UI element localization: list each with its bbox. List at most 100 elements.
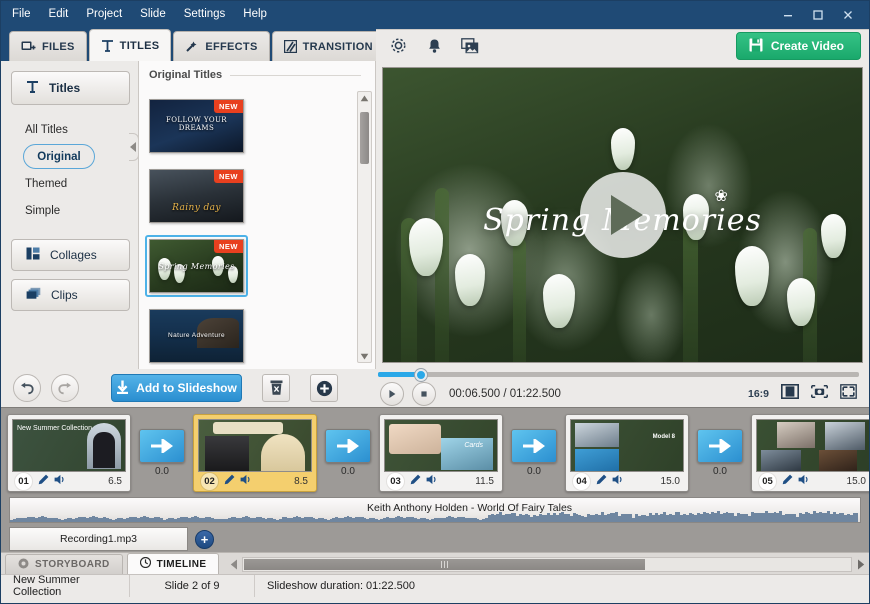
tab-files[interactable]: FILES bbox=[9, 31, 87, 61]
transition-arrow-icon bbox=[697, 428, 743, 463]
gallery-scrollbar[interactable] bbox=[357, 91, 372, 363]
sidebar-item-simple[interactable]: Simple bbox=[11, 198, 130, 223]
fullscreen-icon[interactable] bbox=[840, 384, 857, 404]
menu-item-project[interactable]: Project bbox=[84, 1, 124, 28]
timeline-slide-02[interactable]: 02 8.5 bbox=[193, 413, 317, 492]
timeline-transition-1[interactable]: 0.0 bbox=[131, 428, 193, 477]
plus-circle-icon[interactable] bbox=[310, 374, 338, 402]
scrollbar-thumb[interactable] bbox=[244, 559, 646, 570]
bell-icon[interactable] bbox=[424, 36, 444, 56]
redo-icon[interactable] bbox=[51, 374, 79, 402]
header-divider bbox=[230, 74, 361, 76]
tab-files-label: FILES bbox=[42, 40, 75, 53]
status-project-name: New Summer Collection bbox=[13, 573, 80, 598]
slide-05-meta: 05 15.0 bbox=[756, 471, 869, 491]
category-header-titles[interactable]: Titles bbox=[11, 71, 130, 105]
sidebar-item-themed[interactable]: Themed bbox=[11, 171, 130, 196]
frame-size-icon[interactable] bbox=[781, 384, 799, 404]
voiceover-clip[interactable]: Recording1.mp3 bbox=[9, 527, 188, 551]
transition-arrow-icon bbox=[325, 428, 371, 463]
gear-icon[interactable] bbox=[388, 36, 408, 56]
gallery-item-0[interactable]: NEW FOLLOW YOUR DREAMS bbox=[145, 95, 248, 157]
video-preview[interactable]: Spring Memories ❀ bbox=[382, 67, 863, 363]
volume-icon[interactable] bbox=[426, 472, 438, 490]
close-icon[interactable] bbox=[833, 1, 863, 28]
volume-icon[interactable] bbox=[54, 472, 66, 490]
tab-effects[interactable]: EFFECTS bbox=[173, 31, 270, 61]
transport-row: 00:06.500 / 01:22.500 16:9 bbox=[376, 381, 861, 407]
timeline-slide-03[interactable]: Cards 03 11.5 bbox=[379, 413, 503, 492]
gallery-grid: NEW FOLLOW YOUR DREAMS NEW Rainy day NEW bbox=[145, 87, 353, 365]
edit-pencil-icon[interactable] bbox=[782, 472, 793, 490]
maximize-icon[interactable] bbox=[803, 1, 833, 28]
menu-item-edit[interactable]: Edit bbox=[47, 1, 71, 28]
scroll-left-arrow[interactable] bbox=[227, 557, 240, 572]
aspect-ratio-label[interactable]: 16:9 bbox=[748, 388, 769, 400]
panel-collapse-handle[interactable] bbox=[129, 133, 139, 161]
menu-item-file[interactable]: File bbox=[10, 1, 33, 28]
status-slide-position: Slide 2 of 9 bbox=[164, 579, 220, 592]
progress-handle[interactable] bbox=[415, 369, 428, 381]
tab-storyboard[interactable]: STORYBOARD bbox=[5, 554, 123, 574]
timeline-scrollbar[interactable] bbox=[225, 555, 869, 574]
sidebar-item-all-titles[interactable]: All Titles bbox=[11, 117, 130, 142]
sidebar-button-clips[interactable]: Clips bbox=[11, 279, 130, 311]
minimize-icon[interactable] bbox=[773, 1, 803, 28]
timeline-slide-01[interactable]: New Summer Collection 01 6.5 bbox=[7, 413, 131, 492]
toolbar-right: Create Video bbox=[376, 29, 869, 61]
play-overlay-icon[interactable] bbox=[579, 172, 666, 258]
progress-track[interactable] bbox=[378, 372, 859, 377]
playback-progress[interactable] bbox=[378, 369, 859, 381]
menu-item-slide[interactable]: Slide bbox=[138, 1, 168, 28]
volume-icon[interactable] bbox=[612, 472, 624, 490]
transition-duration: 0.0 bbox=[713, 465, 727, 477]
stop-icon[interactable] bbox=[412, 382, 436, 406]
menu-item-settings[interactable]: Settings bbox=[182, 1, 228, 28]
plus-circle-icon[interactable]: + bbox=[195, 529, 214, 549]
create-video-button[interactable]: Create Video bbox=[735, 32, 861, 60]
edit-pencil-icon[interactable] bbox=[38, 472, 49, 490]
play-icon[interactable] bbox=[380, 382, 404, 406]
timeline-transition-2[interactable]: 0.0 bbox=[317, 428, 379, 477]
tab-titles[interactable]: TITLES bbox=[88, 29, 172, 61]
add-to-slideshow-button[interactable]: Add to Slideshow bbox=[111, 374, 242, 402]
sidebar-button-collages-label: Collages bbox=[50, 248, 97, 262]
tab-timeline[interactable]: TIMELINE bbox=[126, 553, 220, 574]
timeline-track[interactable]: New Summer Collection 01 6.5 0.0 02 8.5 … bbox=[1, 407, 869, 497]
music-track[interactable]: Keith Anthony Holden - World Of Fairy Ta… bbox=[9, 497, 861, 523]
volume-icon[interactable] bbox=[240, 472, 252, 490]
gallery-item-2[interactable]: NEW Spring Memories bbox=[145, 235, 248, 297]
save-disk-icon bbox=[749, 38, 763, 55]
sidebar-item-original[interactable]: Original bbox=[23, 144, 95, 169]
gallery-item-1[interactable]: NEW Rainy day bbox=[145, 165, 248, 227]
scroll-right-arrow[interactable] bbox=[854, 557, 867, 572]
scroll-down-arrow[interactable] bbox=[358, 350, 371, 362]
gallery-item-3[interactable]: Nature Adventure bbox=[145, 305, 248, 365]
scroll-up-arrow[interactable] bbox=[358, 92, 371, 104]
tab-transition[interactable]: TRANSITION bbox=[271, 31, 385, 61]
edit-pencil-icon[interactable] bbox=[224, 472, 235, 490]
category-header-label: Titles bbox=[49, 81, 81, 95]
timeline-slide-04[interactable]: Model 8 04 15.0 bbox=[565, 413, 689, 492]
photos-icon[interactable] bbox=[460, 36, 480, 56]
scrollbar-track[interactable] bbox=[242, 557, 852, 572]
volume-icon[interactable] bbox=[798, 472, 810, 490]
transition-arrow-icon bbox=[139, 428, 185, 463]
scrollbar-thumb[interactable] bbox=[360, 112, 369, 164]
timeline-slide-05[interactable]: 05 15.0 bbox=[751, 413, 869, 492]
gallery-header-label: Original Titles bbox=[149, 69, 223, 81]
undo-icon[interactable] bbox=[13, 374, 41, 402]
flower-decoration-icon: ❀ bbox=[714, 187, 728, 205]
slide-duration: 11.5 bbox=[475, 475, 494, 487]
tab-storyboard-label: STORYBOARD bbox=[35, 559, 110, 570]
timeline-icon bbox=[139, 556, 151, 571]
timeline-transition-3[interactable]: 0.0 bbox=[503, 428, 565, 477]
snapshot-icon[interactable] bbox=[811, 384, 828, 404]
menu-item-help[interactable]: Help bbox=[241, 1, 269, 28]
edit-pencil-icon[interactable] bbox=[410, 472, 421, 490]
trash-icon[interactable] bbox=[262, 374, 290, 402]
storyboard-icon bbox=[18, 558, 29, 572]
edit-pencil-icon[interactable] bbox=[596, 472, 607, 490]
timeline-transition-4[interactable]: 0.0 bbox=[689, 428, 751, 477]
sidebar-button-collages[interactable]: Collages bbox=[11, 239, 130, 271]
